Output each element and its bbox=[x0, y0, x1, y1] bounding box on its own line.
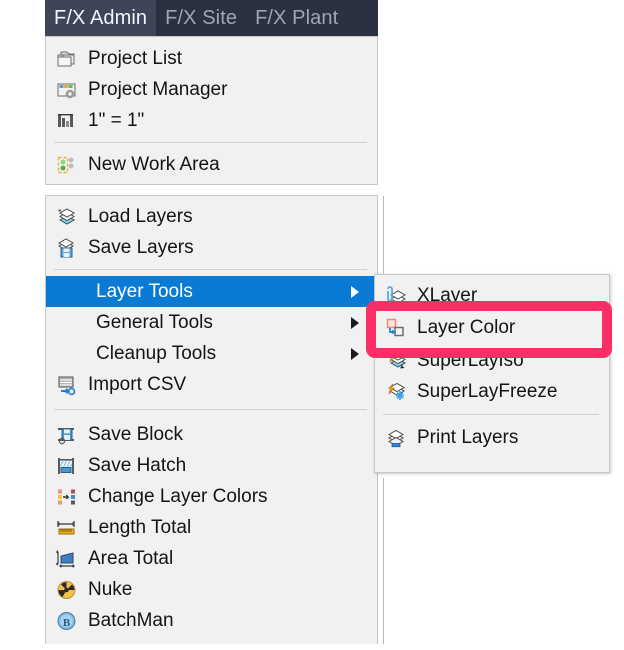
menu-item-label: BatchMan bbox=[88, 609, 174, 631]
menu-item-area-total[interactable]: Area Total bbox=[46, 543, 377, 574]
folders-icon bbox=[54, 46, 80, 72]
superlayfreeze-icon bbox=[383, 379, 409, 405]
layer-color-icon bbox=[383, 315, 409, 341]
menu-item-label: Save Block bbox=[88, 423, 184, 445]
menu-item-save-hatch[interactable]: Save Hatch bbox=[46, 450, 377, 481]
submenu-separator bbox=[383, 414, 599, 415]
chevron-right-icon bbox=[351, 347, 359, 360]
menu-item-label: New Work Area bbox=[88, 153, 220, 175]
fx-admin-dropdown-main: Load Layers Save Layers Layer Tools Gene… bbox=[45, 195, 378, 650]
folder-gear-icon bbox=[54, 77, 80, 103]
menu-item-cleanup-tools[interactable]: Cleanup Tools bbox=[46, 338, 377, 369]
save-hatch-icon bbox=[54, 453, 80, 479]
menu-item-project-list[interactable]: Project List bbox=[46, 43, 377, 74]
save-layers-icon bbox=[54, 235, 80, 261]
menu-item-save-layers[interactable]: Save Layers bbox=[46, 232, 377, 263]
submenu-item-layer-color[interactable]: Layer Color bbox=[375, 311, 609, 345]
length-total-icon bbox=[54, 515, 80, 541]
menu-separator bbox=[54, 269, 367, 270]
screenshot-crop-gap bbox=[0, 185, 624, 195]
nuke-icon bbox=[54, 577, 80, 603]
menu-item-label: Save Layers bbox=[88, 236, 194, 258]
superlayiso-icon bbox=[383, 348, 409, 374]
layer-tools-submenu: XLayer Layer Color SuperLayIso SuperLayF… bbox=[374, 274, 610, 473]
xlayer-icon bbox=[383, 283, 409, 309]
menu-item-scale[interactable]: 1" = 1" bbox=[46, 105, 377, 136]
menu-item-layer-tools[interactable]: Layer Tools bbox=[46, 276, 377, 307]
area-total-icon bbox=[54, 546, 80, 572]
fx-admin-dropdown-top: Project List Project Manager 1" = 1" New… bbox=[45, 36, 378, 185]
menu-item-label: Nuke bbox=[88, 578, 133, 600]
save-block-icon bbox=[54, 422, 80, 448]
menu-item-general-tools[interactable]: General Tools bbox=[46, 307, 377, 338]
scale-icon bbox=[54, 108, 80, 134]
menu-item-new-work-area[interactable]: New Work Area bbox=[46, 149, 377, 180]
menu-item-change-layer-colors[interactable]: Change Layer Colors bbox=[46, 481, 377, 512]
submenu-item-xlayer[interactable]: XLayer bbox=[375, 280, 609, 311]
menu-item-label: Cleanup Tools bbox=[96, 342, 217, 364]
submenu-item-label: SuperLayFreeze bbox=[417, 380, 558, 402]
chevron-right-icon bbox=[351, 285, 359, 298]
submenu-item-label: Print Layers bbox=[417, 426, 519, 448]
background-guide-line-1 bbox=[383, 196, 384, 286]
menu-item-save-block[interactable]: Save Block bbox=[46, 419, 377, 450]
screenshot-bottom-crop bbox=[0, 644, 624, 650]
submenu-item-label: XLayer bbox=[417, 284, 478, 306]
menu-separator bbox=[54, 409, 367, 410]
menu-item-batchman[interactable]: B BatchMan bbox=[46, 605, 377, 636]
ribbon-tab-bar: F/X Admin F/X Site F/X Plant bbox=[45, 0, 378, 37]
menu-item-load-layers[interactable]: Load Layers bbox=[46, 201, 377, 232]
tab-fx-admin[interactable]: F/X Admin bbox=[45, 0, 157, 37]
menu-item-label: Project Manager bbox=[88, 78, 228, 100]
menu-item-nuke[interactable]: Nuke bbox=[46, 574, 377, 605]
menu-item-label: Change Layer Colors bbox=[88, 485, 268, 507]
menu-item-project-manager[interactable]: Project Manager bbox=[46, 74, 377, 105]
import-csv-icon bbox=[54, 372, 80, 398]
menu-item-label: Save Hatch bbox=[88, 454, 187, 476]
menu-item-label: Area Total bbox=[88, 547, 174, 569]
chevron-right-icon bbox=[351, 316, 359, 329]
background-guide-line-2 bbox=[383, 478, 384, 648]
tab-fx-plant[interactable]: F/X Plant bbox=[246, 0, 347, 37]
menu-item-label: Import CSV bbox=[88, 373, 187, 395]
menu-item-label: Project List bbox=[88, 47, 182, 69]
menu-item-label: General Tools bbox=[96, 311, 213, 333]
work-area-icon bbox=[54, 152, 80, 178]
menu-separator bbox=[54, 142, 367, 143]
menu-item-label: 1" = 1" bbox=[88, 109, 145, 131]
change-layer-colors-icon bbox=[54, 484, 80, 510]
batchman-icon: B bbox=[54, 608, 80, 634]
submenu-item-print-layers[interactable]: Print Layers bbox=[375, 422, 609, 453]
print-layers-icon bbox=[383, 425, 409, 451]
submenu-item-superlayiso[interactable]: SuperLayIso bbox=[375, 345, 609, 376]
svg-text:B: B bbox=[63, 617, 71, 629]
menu-item-length-total[interactable]: Length Total bbox=[46, 512, 377, 543]
menu-item-label: Load Layers bbox=[88, 205, 193, 227]
submenu-item-superlayfreeze[interactable]: SuperLayFreeze bbox=[375, 376, 609, 407]
submenu-item-label: Layer Color bbox=[417, 317, 516, 338]
load-layers-icon bbox=[54, 204, 80, 230]
menu-item-import-csv[interactable]: Import CSV bbox=[46, 369, 377, 400]
menu-item-label: Layer Tools bbox=[96, 280, 193, 302]
submenu-item-label: SuperLayIso bbox=[417, 349, 524, 371]
tab-fx-site[interactable]: F/X Site bbox=[156, 0, 246, 37]
menu-item-label: Length Total bbox=[88, 516, 192, 538]
